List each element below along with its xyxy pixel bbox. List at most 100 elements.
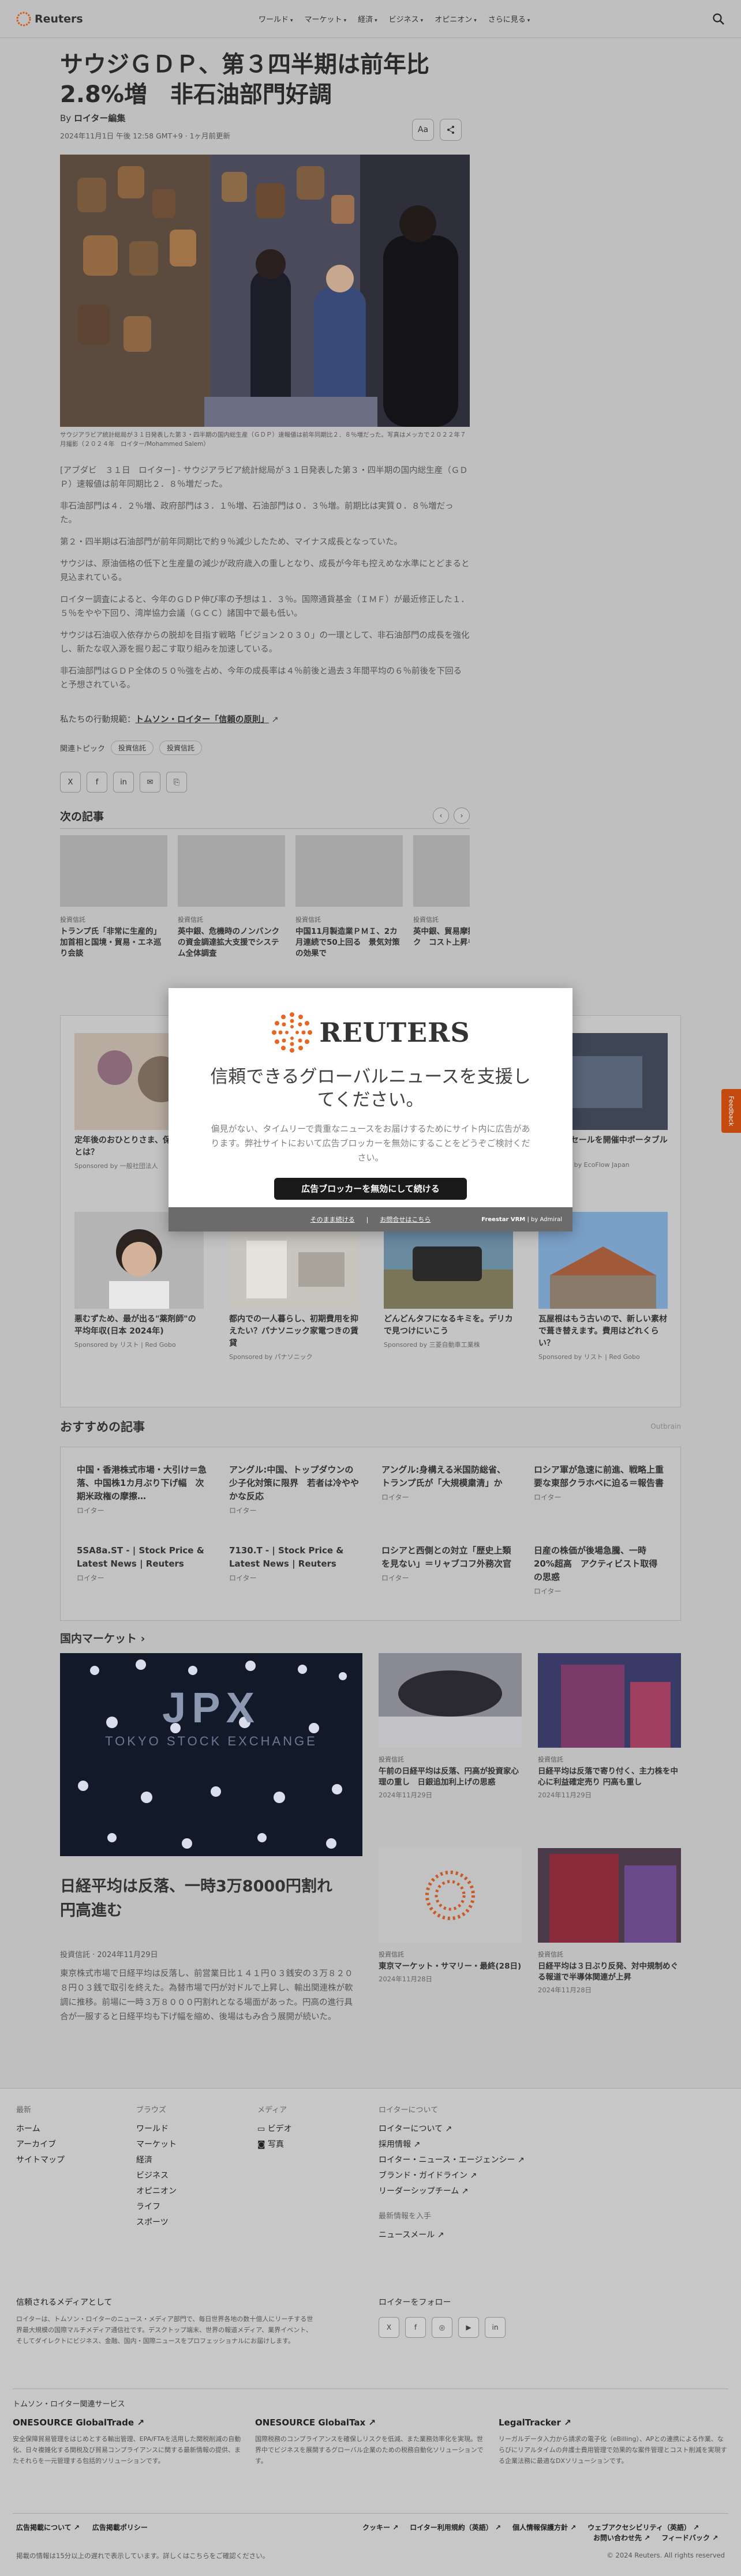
legal-link[interactable]: お問い合わせ先 ↗ — [593, 2533, 650, 2543]
next-story-card[interactable]: 投資信託 トランプ氏「非常に生産的」加首相と国境・貿易・エネ巡り会談 — [60, 835, 167, 971]
rec-title[interactable]: アングル:中国、トップダウンの少子化対策に限界 若者は冷ややかな反応 — [229, 1463, 361, 1503]
share-copy-link-icon[interactable]: ⎘ — [166, 772, 187, 793]
legal-link[interactable]: フィードバック ↗ — [661, 2533, 718, 2543]
footer-link-photos[interactable]: ◙ 写真 — [257, 2137, 292, 2153]
recommended-item[interactable]: ロシア軍が急速に前進、戦略上重要な東部クラホベに迫る＝報告書 ロイター — [534, 1463, 665, 1502]
market-story-card[interactable]: 投資信託 東京マーケット・サマリー・最終(28日) 2024年11月28日 — [379, 1848, 522, 1984]
footer-link[interactable]: スポーツ — [136, 2215, 177, 2230]
service-link[interactable]: ONESOURCE GlobalTax ↗ — [255, 2417, 486, 2428]
rec-title[interactable]: 7130.T - | Stock Price & Latest News | R… — [229, 1544, 361, 1571]
rec-title[interactable]: 中国・香港株式市場・大引け＝急落、中国株1カ月ぶり下げ幅 次期米政権の摩擦… — [77, 1463, 208, 1503]
sponsored-card[interactable]: どんどんタフになるキミを。デリカで見つけにいこう Sponsored by 三菱… — [384, 1212, 513, 1349]
story-title[interactable]: 英中銀、貿易摩擦によるリスク コスト上昇も — [413, 926, 470, 948]
footer-link[interactable]: マーケット — [136, 2137, 177, 2153]
nav-more[interactable]: さらに見る ▾ — [488, 13, 530, 24]
recommended-item[interactable]: アングル:中国、トップダウンの少子化対策に限界 若者は冷ややかな反応 ロイター — [229, 1463, 361, 1515]
story-title[interactable]: 日経平均は３日ぶり反発、対中規制めぐる報道で半導体関連が上昇 — [538, 1961, 681, 1983]
search-icon[interactable] — [712, 13, 725, 25]
legal-link[interactable]: 広告掲載ポリシー — [92, 2522, 148, 2532]
service-link[interactable]: LegalTracker ↗ — [499, 2417, 729, 2428]
story-title[interactable]: 中国11月製造業ＰＭＩ、2カ月連続で50上回る 景気対策の効果で — [295, 926, 403, 959]
outbrain-logo[interactable]: Outbrain — [650, 1422, 681, 1430]
nav-business[interactable]: ビジネス ▾ — [389, 13, 424, 24]
footer-link[interactable]: 採用情報 ↗ — [379, 2137, 525, 2153]
market-story-card[interactable]: 投資信託 日経平均は３日ぶり反発、対中規制めぐる報道で半導体関連が上昇 2024… — [538, 1848, 681, 1995]
story-title[interactable]: 英中銀、危機時のノンバンクの資金調達拡大支援でシステム全体調査 — [178, 926, 285, 959]
nav-economy[interactable]: 経済 ▾ — [358, 13, 377, 24]
story-title[interactable]: 午前の日経平均は反落、円高が投資家心理の重し 日銀追加利上げの思惑 — [379, 1766, 522, 1788]
recommended-item[interactable]: アングル:身構える米国防総省、トランプ氏が「大規模粛清」か ロイター — [381, 1463, 513, 1502]
ad-title[interactable]: 瓦屋根はもう古いので、新しい素材で葺き替えます。費用はどれくらい？ — [538, 1313, 668, 1350]
topic-pill[interactable]: 投資信託 — [111, 741, 154, 755]
footer-link[interactable]: リーダーシップチーム ↗ — [379, 2184, 525, 2199]
footer-link[interactable]: ライフ — [136, 2199, 177, 2215]
legal-link[interactable]: 個人情報保護方針 ↗ — [512, 2522, 576, 2532]
chevron-left-icon[interactable]: ‹ — [433, 808, 449, 824]
nav-markets[interactable]: マーケット ▾ — [305, 13, 347, 24]
footer-link[interactable]: ワールド — [136, 2121, 177, 2137]
next-story-card[interactable]: 投資信託 中国11月製造業ＰＭＩ、2カ月連続で50上回る 景気対策の効果で — [295, 835, 403, 971]
text-size-button[interactable]: Aa — [412, 119, 434, 141]
feedback-tab[interactable]: Feedback — [721, 1089, 741, 1133]
legal-link[interactable]: ロイター利用規約（英語） ↗ — [410, 2522, 501, 2532]
share-linkedin-icon[interactable]: in — [113, 772, 134, 793]
ad-title[interactable]: 都内での一人暮らし、初期費用を抑えたい？パナソニック家電つきの賃貸 — [229, 1313, 358, 1350]
service-link[interactable]: ONESOURCE GlobalTrade ↗ — [13, 2417, 244, 2428]
market-story-card[interactable]: 投資信託 午前の日経平均は反落、円高が投資家心理の重し 日銀追加利上げの思惑 2… — [379, 1653, 522, 1800]
story-title[interactable]: 日経平均は反落で寄り付く、主力株を中心に利益確定売り 円高も重し — [538, 1766, 681, 1788]
topic-pill[interactable]: 投資信託 — [159, 741, 203, 755]
share-x-icon[interactable]: X — [60, 772, 81, 793]
youtube-icon[interactable]: ▶ — [458, 2317, 479, 2338]
share-email-icon[interactable]: ✉ — [140, 772, 160, 793]
footer-link[interactable]: ニュースメール ↗ — [379, 2228, 525, 2243]
recommended-item[interactable]: ロシアと西側との対立「歴史上類を見ない」＝リャブコフ外務次官 ロイター — [381, 1544, 513, 1583]
rec-title[interactable]: アングル:身構える米国防総省、トランプ氏が「大規模粛清」か — [381, 1463, 513, 1490]
next-story-card[interactable]: 投資信託 英中銀、危機時のノンバンクの資金調達拡大支援でシステム全体調査 — [178, 835, 285, 971]
recommended-item[interactable]: 7130.T - | Stock Price & Latest News | R… — [229, 1544, 361, 1583]
x-icon[interactable]: X — [379, 2317, 399, 2338]
story-title[interactable]: トランプ氏「非常に生産的」加首相と国境・貿易・エネ巡り会談 — [60, 926, 167, 959]
markets-heading[interactable]: 国内マーケット › — [60, 1630, 145, 1646]
sponsored-card[interactable]: 都内での一人暮らし、初期費用を抑えたい？パナソニック家電つきの賃貸 Sponso… — [229, 1212, 358, 1361]
rec-title[interactable]: ロシアと西側との対立「歴史上類を見ない」＝リャブコフ外務次官 — [381, 1544, 513, 1571]
nav-opinion[interactable]: オピニオン ▾ — [435, 13, 477, 24]
markets-lead-title[interactable]: 日経平均は反落、一時3万8000円割れ 円高進む — [60, 1875, 360, 1923]
footer-link[interactable]: ブランド・ガイドライン ↗ — [379, 2168, 525, 2184]
footer-link[interactable]: 経済 — [136, 2153, 177, 2168]
footer-link[interactable]: ビジネス — [136, 2168, 177, 2184]
continue-anyway-link[interactable]: そのまま続ける — [310, 1215, 355, 1224]
rec-title[interactable]: 日産の株価が後場急騰、一時20%超高 アクティビスト取得の思惑 — [534, 1544, 665, 1584]
footer-link-video[interactable]: ▭ ビデオ — [257, 2121, 292, 2137]
reuters-logo[interactable]: Reuters — [16, 12, 201, 27]
rec-title[interactable]: 5SA8a.ST - | Stock Price & Latest News |… — [77, 1544, 208, 1571]
next-story-card[interactable]: 投資信託英中銀、貿易摩擦によるリスク コスト上昇も — [413, 835, 470, 971]
share-button[interactable] — [440, 119, 462, 141]
contact-link[interactable]: お問合せはこちら — [380, 1215, 431, 1224]
instagram-icon[interactable]: ◎ — [432, 2317, 452, 2338]
market-story-card[interactable]: 投資信託 日経平均は反落で寄り付く、主力株を中心に利益確定売り 円高も重し 20… — [538, 1653, 681, 1800]
footer-link[interactable]: ロイターについて ↗ — [379, 2121, 525, 2137]
footer-link[interactable]: オピニオン — [136, 2184, 177, 2199]
footer-link[interactable]: ロイター・ニュース・エージェンシー ↗ — [379, 2153, 525, 2168]
ad-title[interactable]: 悪むずため、最が出る"薬剤師"の平均年収(日本 2024年) — [74, 1313, 204, 1338]
disable-adblocker-button[interactable]: 広告ブロッカーを無効にして続ける — [274, 1178, 467, 1200]
legal-link[interactable]: 広告掲載について ↗ — [16, 2522, 80, 2532]
recommended-item[interactable]: 中国・香港株式市場・大引け＝急落、中国株1カ月ぶり下げ幅 次期米政権の摩擦… ロイ… — [77, 1463, 208, 1515]
trust-principles-link[interactable]: トムソン・ロイター「信頼の原則」 — [136, 715, 269, 724]
legal-link[interactable]: ウェブアクセシビリティ（英語） ↗ — [587, 2522, 699, 2532]
linkedin-icon[interactable]: in — [485, 2317, 506, 2338]
sponsored-card[interactable]: 悪むずため、最が出る"薬剤師"の平均年収(日本 2024年) Sponsored… — [74, 1212, 204, 1349]
chevron-right-icon[interactable]: › — [454, 808, 470, 824]
author-link[interactable]: ロイター編集 — [74, 113, 125, 123]
nav-world[interactable]: ワールド ▾ — [259, 13, 293, 24]
story-title[interactable]: 東京マーケット・サマリー・最終(28日) — [379, 1961, 522, 1972]
footer-link[interactable]: サイトマップ — [16, 2153, 65, 2168]
footer-link[interactable]: アーカイブ — [16, 2137, 65, 2153]
ad-title[interactable]: どんどんタフになるキミを。デリカで見つけにいこう — [384, 1313, 513, 1338]
share-facebook-icon[interactable]: f — [87, 772, 107, 793]
recommended-item[interactable]: 日産の株価が後場急騰、一時20%超高 アクティビスト取得の思惑 ロイター — [534, 1544, 665, 1596]
rec-title[interactable]: ロシア軍が急速に前進、戦略上重要な東部クラホベに迫る＝報告書 — [534, 1463, 665, 1490]
legal-link[interactable]: クッキー ↗ — [362, 2522, 398, 2532]
recommended-item[interactable]: 5SA8a.ST - | Stock Price & Latest News |… — [77, 1544, 208, 1583]
sponsored-card[interactable]: 瓦屋根はもう古いので、新しい素材で葺き替えます。費用はどれくらい？ Sponso… — [538, 1212, 668, 1361]
